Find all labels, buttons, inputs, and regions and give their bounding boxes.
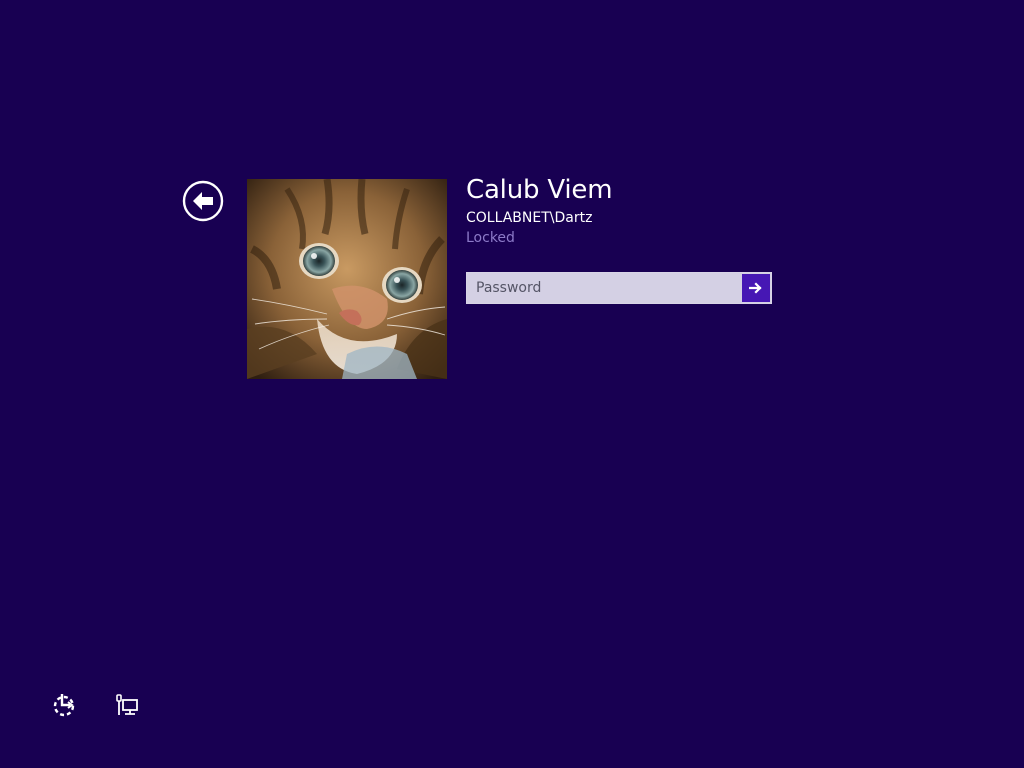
lock-screen: Calub Viem COLLABNET\Dartz Locked [0,0,1024,768]
kitten-photo [247,179,447,379]
password-input[interactable] [467,273,741,303]
user-domain-account: COLLABNET\Dartz [466,210,593,226]
back-arrow-icon [182,180,224,222]
user-avatar [247,179,447,379]
user-info: Calub Viem COLLABNET\Dartz Locked [466,172,786,248]
ease-of-access-icon [53,694,75,717]
network-button[interactable] [114,691,142,719]
password-box [466,272,772,304]
submit-button[interactable] [742,274,770,302]
ease-of-access-button[interactable] [50,691,78,719]
user-name: Calub Viem [466,175,613,205]
back-button[interactable] [182,180,224,222]
user-status: Locked [466,230,515,246]
arrow-right-icon [749,282,762,294]
network-icon [116,694,138,715]
